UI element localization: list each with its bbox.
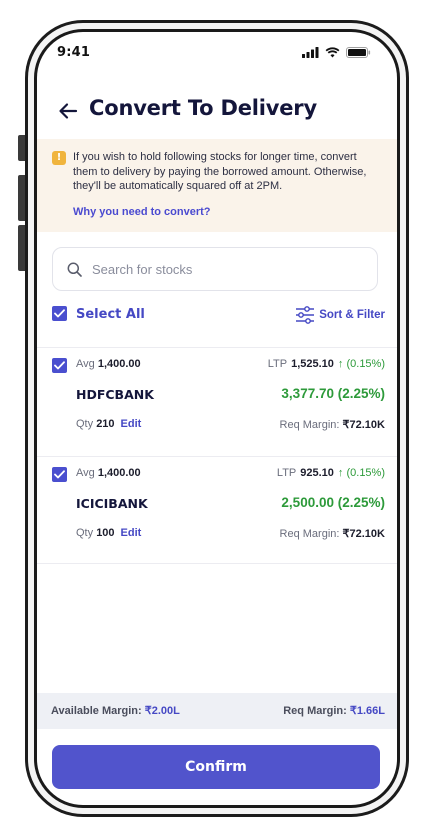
available-margin-value: ₹2.00L xyxy=(144,705,180,717)
qty-label: Qty xyxy=(76,418,94,430)
available-margin: Available Margin: ₹2.00L xyxy=(51,704,180,717)
quantity: Qty 210 Edit xyxy=(76,418,141,430)
phone-frame: 9:41 Convert To Delivery ! If you wish t… xyxy=(25,20,409,817)
info-banner: ! If you wish to hold following stocks f… xyxy=(37,139,397,232)
search-input[interactable] xyxy=(92,248,362,290)
app-screen: 9:41 Convert To Delivery ! If you wish t… xyxy=(37,32,397,805)
confirm-button[interactable]: Confirm xyxy=(52,745,380,789)
ltp-value: 1,525.10 xyxy=(291,358,334,370)
sort-filter-button[interactable]: Sort & Filter xyxy=(295,306,385,324)
volume-down-button xyxy=(18,225,25,271)
quantity: Qty 100 Edit xyxy=(76,527,141,539)
qty-value: 100 xyxy=(96,527,115,539)
avg-price: Avg 1,400.00 xyxy=(76,358,141,370)
avg-value: 1,400.00 xyxy=(97,358,141,370)
req-margin: Req Margin: ₹72.10K xyxy=(280,418,385,431)
total-req-margin-value: ₹1.66L xyxy=(349,705,385,717)
battery-icon xyxy=(346,47,371,58)
status-bar: 9:41 xyxy=(37,32,397,72)
stock-pnl: 2,500.00 (2.25%) xyxy=(281,495,385,510)
stock-checkbox[interactable] xyxy=(52,358,67,373)
available-margin-label: Available Margin: xyxy=(51,705,142,717)
avg-label: Avg xyxy=(76,467,95,479)
stock-pnl: 3,377.70 (2.25%) xyxy=(281,386,385,401)
why-convert-link[interactable]: Why you need to convert? xyxy=(73,206,211,218)
back-arrow-icon[interactable] xyxy=(57,100,79,122)
ltp-change: ↑ (0.15%) xyxy=(337,358,385,370)
app-header: Convert To Delivery xyxy=(37,92,397,132)
ltp-change: ↑ (0.15%) xyxy=(337,467,385,479)
stock-symbol: HDFCBANK xyxy=(76,387,154,402)
select-all-checkbox[interactable] xyxy=(52,306,67,321)
checkmark-icon xyxy=(54,361,65,370)
checkmark-icon xyxy=(54,470,65,479)
search-box xyxy=(52,247,378,291)
ltp: LTP 1,525.10 ↑ (0.15%) xyxy=(268,358,385,370)
select-all-row: Select All Sort & Filter xyxy=(37,304,397,328)
ltp-value: 925.10 xyxy=(300,467,334,479)
qty-label: Qty xyxy=(76,527,94,539)
volume-up-button xyxy=(18,175,25,221)
qty-value: 210 xyxy=(96,418,115,430)
edit-qty-button[interactable]: Edit xyxy=(121,418,142,430)
wifi-icon xyxy=(325,47,340,58)
stock-checkbox[interactable] xyxy=(52,467,67,482)
sort-filter-label: Sort & Filter xyxy=(319,309,385,321)
stock-row[interactable]: Avg 1,400.00 LTP 925.10 ↑ (0.15%) ICICIB… xyxy=(37,456,397,564)
banner-message: If you wish to hold following stocks for… xyxy=(73,151,367,192)
status-icons xyxy=(302,47,371,58)
search-icon xyxy=(67,262,82,277)
select-all-label[interactable]: Select All xyxy=(76,307,145,322)
req-margin-label: Req Margin: xyxy=(279,528,340,540)
ltp-label: LTP xyxy=(267,358,288,370)
avg-value: 1,400.00 xyxy=(97,467,141,479)
avg-price: Avg 1,400.00 xyxy=(76,467,141,479)
edit-qty-button[interactable]: Edit xyxy=(121,527,142,539)
total-req-margin: Req Margin: ₹1.66L xyxy=(283,704,385,717)
ltp: LTP 925.10 ↑ (0.15%) xyxy=(277,467,385,479)
total-req-margin-label: Req Margin: xyxy=(283,705,347,717)
req-margin-label: Req Margin: xyxy=(279,419,340,431)
avg-label: Avg xyxy=(76,358,95,370)
req-margin-value: ₹72.10K xyxy=(342,528,385,540)
sliders-icon xyxy=(296,306,315,324)
req-margin-value: ₹72.10K xyxy=(342,419,385,431)
req-margin: Req Margin: ₹72.10K xyxy=(280,527,385,540)
mute-switch xyxy=(18,135,25,161)
cellular-signal-icon xyxy=(302,47,319,58)
page-title: Convert To Delivery xyxy=(89,96,317,120)
ltp-label: LTP xyxy=(276,467,297,479)
stock-symbol: ICICIBANK xyxy=(76,496,148,511)
checkmark-icon xyxy=(54,309,65,318)
clock: 9:41 xyxy=(57,45,91,60)
margin-summary: Available Margin: ₹2.00L Req Margin: ₹1.… xyxy=(37,693,397,729)
stock-row[interactable]: Avg 1,400.00 LTP 1,525.10 ↑ (0.15%) HDFC… xyxy=(37,347,397,455)
warning-icon: ! xyxy=(52,151,66,165)
